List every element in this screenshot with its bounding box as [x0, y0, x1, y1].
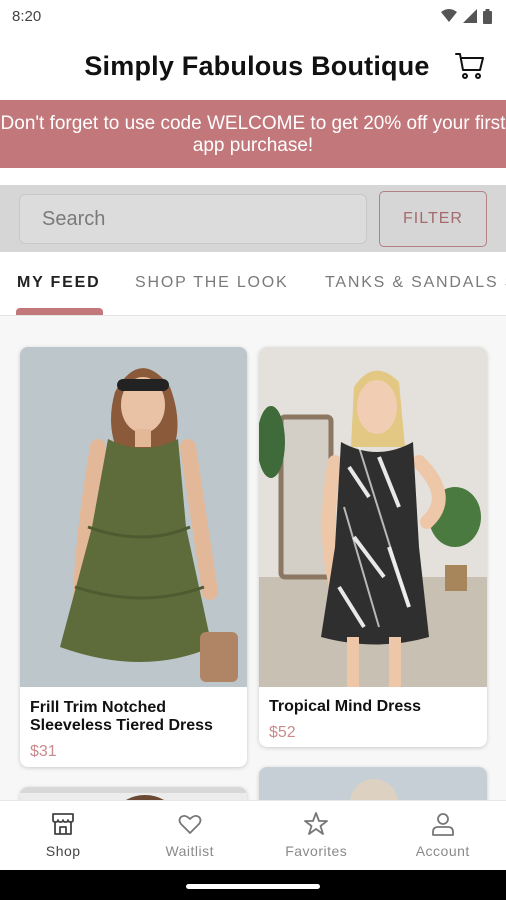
product-image[interactable] [259, 767, 487, 800]
promo-banner: Don't forget to use code WELCOME to get … [0, 100, 506, 168]
nav-favorites-label: Favorites [285, 843, 348, 859]
tab-shop-the-look[interactable]: SHOP THE LOOK [135, 274, 289, 292]
promo-text: Don't forget to use code WELCOME to get … [0, 113, 506, 156]
nav-shop-label: Shop [45, 843, 81, 859]
product-name[interactable]: Tropical Mind Dress [269, 698, 474, 716]
product-card[interactable] [20, 787, 247, 800]
status-bar: 8:20 [0, 0, 506, 32]
star-icon [304, 812, 329, 835]
nav-account[interactable]: Account [380, 801, 506, 870]
app-header: Simply Fabulous Boutique [0, 32, 506, 100]
signal-icon [463, 9, 477, 23]
system-nav-bar [0, 870, 506, 900]
store-title: Simply Fabulous Boutique [84, 50, 430, 81]
active-tab-indicator [16, 308, 103, 315]
nav-waitlist[interactable]: Waitlist [127, 801, 254, 870]
product-price: $31 [30, 743, 57, 760]
product-card[interactable]: Frill Trim Notched Sleeveless Tiered Dre… [20, 347, 247, 767]
nav-favorites[interactable]: Favorites [253, 801, 380, 870]
nav-account-label: Account [415, 843, 470, 859]
account-icon [431, 813, 454, 836]
cart-icon [455, 53, 484, 79]
wifi-icon [441, 9, 457, 22]
product-name[interactable]: Frill Trim Notched Sleeveless Tiered Dre… [30, 699, 235, 735]
home-gesture-handle[interactable] [186, 884, 320, 889]
status-icons [441, 8, 492, 24]
nav-shop[interactable]: Shop [0, 801, 127, 870]
tab-tanks-sandals[interactable]: TANKS & SANDALS SU [325, 274, 506, 292]
product-image[interactable] [20, 787, 247, 800]
search-bar: FILTER [0, 185, 506, 252]
cart-button[interactable] [454, 50, 486, 82]
product-card[interactable]: Tropical Mind Dress $52 [259, 347, 487, 747]
status-time: 8:20 [12, 7, 42, 25]
feed-tabs: MY FEED SHOP THE LOOK TANKS & SANDALS SU [0, 262, 506, 316]
product-image[interactable] [259, 347, 487, 687]
search-input[interactable] [19, 194, 367, 244]
bottom-nav: Shop Waitlist Favorites Account [0, 800, 506, 870]
product-price: $52 [269, 724, 296, 741]
heart-icon [178, 814, 202, 834]
product-card[interactable] [259, 767, 487, 800]
filter-button[interactable]: FILTER [379, 191, 487, 247]
battery-icon [483, 8, 492, 24]
product-feed[interactable]: Frill Trim Notched Sleeveless Tiered Dre… [0, 316, 506, 800]
shop-icon [52, 813, 75, 835]
tab-my-feed[interactable]: MY FEED [17, 274, 100, 292]
product-image[interactable] [20, 347, 247, 687]
nav-waitlist-label: Waitlist [165, 843, 215, 859]
